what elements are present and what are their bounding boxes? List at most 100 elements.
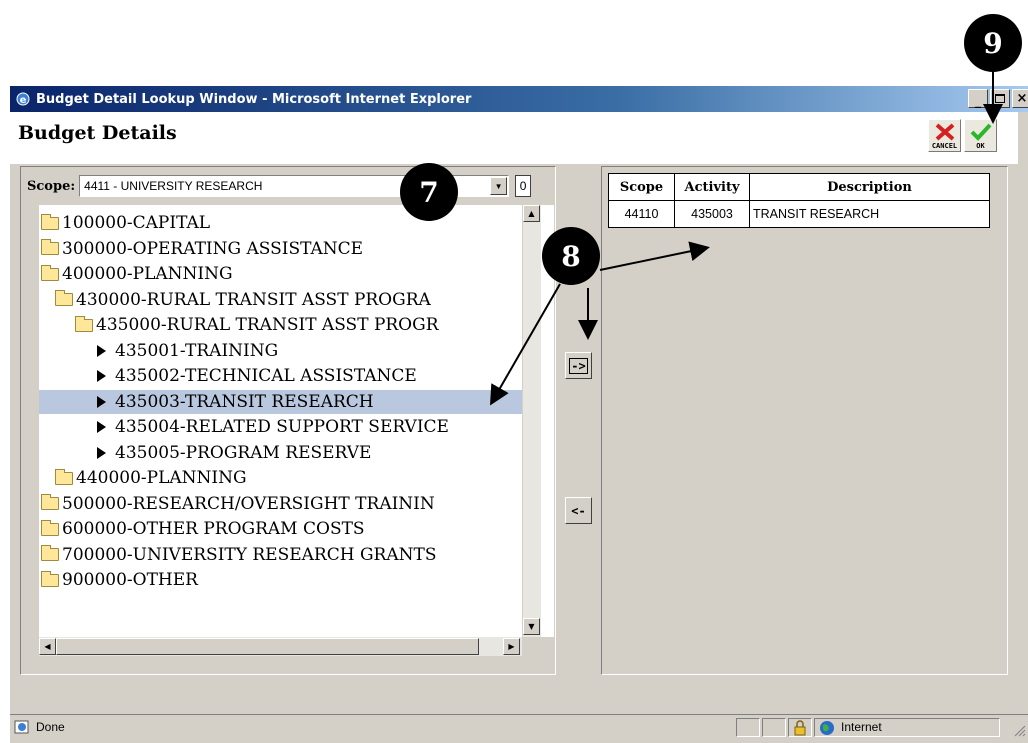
- table-row[interactable]: 44110 435003 TRANSIT RESEARCH: [608, 200, 990, 228]
- folder-icon: [41, 545, 59, 561]
- tree-item[interactable]: 440000-PLANNING: [39, 466, 522, 490]
- cancel-label: CANCEL: [931, 142, 958, 150]
- tree-item[interactable]: 500000-RESEARCH/OVERSIGHT TRAININ: [39, 492, 522, 516]
- minimize-icon: _: [974, 94, 982, 109]
- tree-item[interactable]: 900000-OTHER: [39, 568, 522, 592]
- tree-item-label: 430000-RURAL TRANSIT ASST PROGRA: [76, 289, 431, 310]
- tree-item-label: 435000-RURAL TRANSIT ASST PROGR: [96, 315, 439, 335]
- folder-icon: [41, 570, 59, 587]
- add-arrow-label: ->: [569, 357, 588, 374]
- folder-open-icon: [75, 315, 93, 332]
- ie-logo-icon: e: [14, 90, 32, 108]
- lookup-panels: Scope: 4411 - UNIVERSITY RESEARCH ▼ 0 10…: [10, 164, 1018, 681]
- callout-9: 9: [964, 14, 1022, 72]
- selected-items-panel: Scope Activity Description 44110 435003 …: [601, 166, 1008, 675]
- tree-item-label: 440000-PLANNING: [76, 468, 247, 488]
- zone-text: Internet: [841, 720, 882, 734]
- tree-item[interactable]: 100000-CAPITAL: [39, 211, 522, 235]
- cancel-button[interactable]: CANCEL: [928, 119, 961, 152]
- status-text: Done: [36, 720, 65, 734]
- leaf-bullet-icon: [97, 446, 106, 459]
- cell-scope: 44110: [608, 200, 675, 228]
- close-icon: ×: [1016, 91, 1028, 106]
- window-title: Budget Detail Lookup Window - Microsoft …: [36, 91, 472, 107]
- chevron-down-icon[interactable]: ▼: [490, 177, 508, 195]
- scroll-up-button[interactable]: ▲: [523, 205, 540, 222]
- leaf-bullet-icon: [97, 344, 106, 357]
- zone-segment: Internet: [814, 718, 1000, 737]
- scope-label: Scope:: [27, 178, 76, 194]
- tree-item-label: 500000-RESEARCH/OVERSIGHT TRAININ: [62, 493, 435, 514]
- callout-8: 8: [542, 227, 600, 285]
- tree-item-label: 435001-TRAINING: [115, 340, 279, 361]
- svg-text:e: e: [20, 95, 27, 106]
- tree-item[interactable]: 600000-OTHER PROGRAM COSTS: [39, 517, 522, 541]
- page-done-icon: [14, 719, 30, 738]
- tree-item[interactable]: 700000-UNIVERSITY RESEARCH GRANTS: [39, 543, 522, 567]
- tree-item-label: 300000-OPERATING ASSISTANCE: [62, 238, 364, 259]
- folder-icon: [41, 494, 59, 510]
- leaf-bullet-icon: [97, 421, 106, 433]
- scope-count: 0: [515, 175, 532, 197]
- ok-label: OK: [976, 142, 985, 150]
- title-bar: e Budget Detail Lookup Window - Microsof…: [10, 86, 1028, 112]
- status-segment: [762, 718, 786, 737]
- folder-icon: [41, 239, 59, 255]
- tree-item-label: 400000-PLANNING: [62, 264, 233, 284]
- close-button[interactable]: ×: [1012, 89, 1028, 108]
- scope-selected-value: 4411 - UNIVERSITY RESEARCH: [84, 179, 263, 193]
- maximize-icon: [995, 94, 1005, 103]
- table-header-row: Scope Activity Description: [608, 173, 990, 201]
- ok-button[interactable]: OK: [964, 119, 997, 152]
- column-header-scope: Scope: [608, 173, 675, 201]
- column-header-activity: Activity: [674, 173, 750, 201]
- tree-item[interactable]: 435001-TRAINING: [39, 339, 522, 363]
- budget-tree: 100000-CAPITAL 300000-OPERATING ASSISTANC…: [39, 205, 554, 637]
- tree-item[interactable]: 435000-RURAL TRANSIT ASST PROGR: [39, 313, 522, 337]
- selected-items-table: Scope Activity Description 44110 435003 …: [608, 173, 990, 228]
- scroll-right-button[interactable]: ▶: [503, 638, 520, 655]
- cancel-icon: [935, 123, 955, 141]
- browser-window: e Budget Detail Lookup Window - Microsof…: [10, 86, 1028, 743]
- tree-horizontal-scrollbar[interactable]: ◀ ▶: [39, 637, 522, 656]
- callout-7: 7: [400, 163, 458, 221]
- tree-item-label: 900000-OTHER: [62, 570, 198, 590]
- add-selection-button[interactable]: ->: [565, 352, 592, 379]
- minimize-button[interactable]: _: [968, 89, 988, 108]
- tree-item[interactable]: 435003-TRANSIT RESEARCH: [39, 389, 522, 414]
- cell-activity: 435003: [674, 200, 750, 228]
- tree-item[interactable]: 400000-PLANNING: [39, 262, 522, 286]
- lock-icon: [794, 720, 806, 736]
- tree-item[interactable]: 435004-RELATED SUPPORT SERVICE: [39, 415, 522, 439]
- remove-selection-button[interactable]: <-: [565, 497, 592, 524]
- budget-tree-panel: Scope: 4411 - UNIVERSITY RESEARCH ▼ 0 10…: [20, 166, 556, 675]
- status-segment: [736, 718, 760, 737]
- folder-icon: [41, 264, 59, 281]
- leaf-bullet-icon: [97, 395, 106, 408]
- resize-grip-icon[interactable]: [1012, 723, 1026, 737]
- scroll-down-button[interactable]: ▼: [523, 618, 540, 635]
- tree-vertical-scrollbar[interactable]: ▲ ▼: [522, 205, 541, 637]
- remove-arrow-label: <-: [571, 503, 586, 518]
- tree-item-label: 600000-OTHER PROGRAM COSTS: [62, 519, 365, 539]
- folder-icon: [41, 519, 59, 536]
- tree-item[interactable]: 435005-PROGRAM RESERVE: [39, 441, 522, 465]
- scroll-left-button[interactable]: ◀: [39, 638, 56, 655]
- page-title: Budget Details: [18, 122, 177, 144]
- tree-item[interactable]: 300000-OPERATING ASSISTANCE: [39, 237, 522, 261]
- column-header-description: Description: [749, 173, 990, 201]
- tree-item-label: 435002-TECHNICAL ASSISTANCE: [115, 366, 417, 386]
- folder-icon: [55, 290, 73, 306]
- tree-item-label: 435003-TRANSIT RESEARCH: [115, 391, 374, 412]
- leaf-bullet-icon: [97, 370, 106, 382]
- tree-item-label: 700000-UNIVERSITY RESEARCH GRANTS: [62, 544, 437, 565]
- cell-description: TRANSIT RESEARCH: [749, 200, 990, 228]
- maximize-button[interactable]: [990, 89, 1010, 108]
- checkmark-icon: [970, 123, 992, 141]
- globe-icon: [820, 721, 834, 735]
- tree-item[interactable]: 430000-RURAL TRANSIT ASST PROGRA: [39, 288, 522, 312]
- status-bar: Done Internet: [10, 714, 1028, 739]
- page-content: Budget Details CANCEL OK Scope: 4411 - U…: [10, 112, 1018, 681]
- tree-item[interactable]: 435002-TECHNICAL ASSISTANCE: [39, 364, 522, 388]
- horizontal-scroll-thumb[interactable]: [56, 638, 479, 655]
